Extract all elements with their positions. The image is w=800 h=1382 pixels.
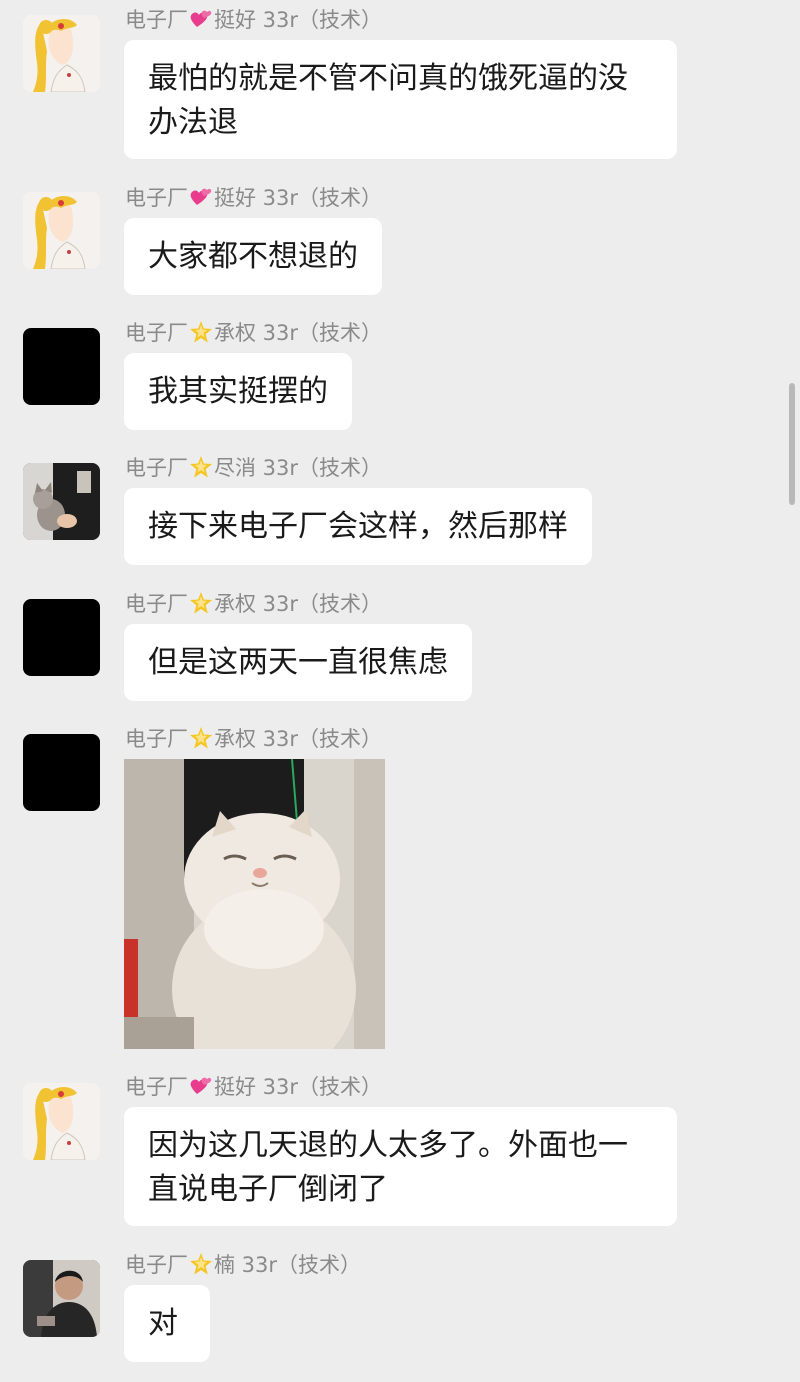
message-bubble[interactable]: 但是这两天一直很焦虑 <box>124 624 472 701</box>
black-avatar[interactable] <box>23 599 100 676</box>
sailor-moon-avatar[interactable] <box>23 192 100 269</box>
sender-label: 电子厂 承权 33r（技术） <box>125 316 382 350</box>
sender-label: 电子厂 尽消 33r（技术） <box>125 451 382 485</box>
sender-label: 电子厂 楠 33r（技术） <box>125 1248 361 1282</box>
pink-hearts-icon <box>190 10 212 27</box>
group-name: 电子厂 <box>125 186 188 210</box>
group-name: 电子厂 <box>125 1075 188 1099</box>
scrollbar[interactable] <box>789 383 795 505</box>
gold-star-icon <box>190 592 212 614</box>
gold-star-icon <box>190 727 212 749</box>
message-bubble[interactable]: 对 <box>124 1285 210 1362</box>
pink-hearts-icon <box>190 1077 212 1094</box>
message-bubble[interactable]: 因为这几天退的人太多了。外面也一 直说电子厂倒闭了 <box>124 1107 677 1226</box>
sender-name: 尽消 33r（技术） <box>214 456 383 480</box>
pink-hearts-icon <box>190 188 212 205</box>
sender-label: 电子厂 挺好 33r（技术） <box>125 1070 382 1104</box>
message-bubble[interactable]: 最怕的就是不管不问真的饿死逼的没 办法退 <box>124 40 677 159</box>
cat-avatar[interactable] <box>23 463 100 540</box>
sailor-moon-avatar[interactable] <box>23 15 100 92</box>
group-name: 电子厂 <box>125 1253 188 1277</box>
gold-star-icon <box>190 321 212 343</box>
group-name: 电子厂 <box>125 727 188 751</box>
squinting-cat-photo[interactable] <box>124 759 385 1049</box>
message-text: 对 <box>148 1306 178 1341</box>
message-text: 我其实挺摆的 <box>148 374 328 409</box>
sender-label: 电子厂 承权 33r（技术） <box>125 722 382 756</box>
sender-label: 电子厂 承权 33r（技术） <box>125 587 382 621</box>
sender-name: 挺好 33r（技术） <box>214 8 383 32</box>
sender-name: 楠 33r（技术） <box>214 1253 362 1277</box>
sailor-moon-avatar[interactable] <box>23 1083 100 1160</box>
message-text: 接下来电子厂会这样，然后那样 <box>148 509 568 544</box>
sender-label: 电子厂 挺好 33r（技术） <box>125 181 382 215</box>
message-bubble[interactable]: 大家都不想退的 <box>124 218 382 295</box>
message-text: 但是这两天一直很焦虑 <box>148 645 448 680</box>
sender-name: 承权 33r（技术） <box>214 727 383 751</box>
message-text: 大家都不想退的 <box>148 239 358 274</box>
message-bubble[interactable]: 接下来电子厂会这样，然后那样 <box>124 488 592 565</box>
gold-star-icon <box>190 456 212 478</box>
message-bubble[interactable]: 我其实挺摆的 <box>124 353 352 430</box>
black-avatar[interactable] <box>23 328 100 405</box>
group-name: 电子厂 <box>125 592 188 616</box>
man-avatar[interactable] <box>23 1260 100 1337</box>
sender-name: 挺好 33r（技术） <box>214 1075 383 1099</box>
group-name: 电子厂 <box>125 456 188 480</box>
group-name: 电子厂 <box>125 8 188 32</box>
group-name: 电子厂 <box>125 321 188 345</box>
sender-name: 挺好 33r（技术） <box>214 186 383 210</box>
sender-name: 承权 33r（技术） <box>214 592 383 616</box>
black-avatar[interactable] <box>23 734 100 811</box>
gold-star-icon <box>190 1253 212 1275</box>
sender-name: 承权 33r（技术） <box>214 321 383 345</box>
sender-label: 电子厂 挺好 33r（技术） <box>125 3 382 37</box>
